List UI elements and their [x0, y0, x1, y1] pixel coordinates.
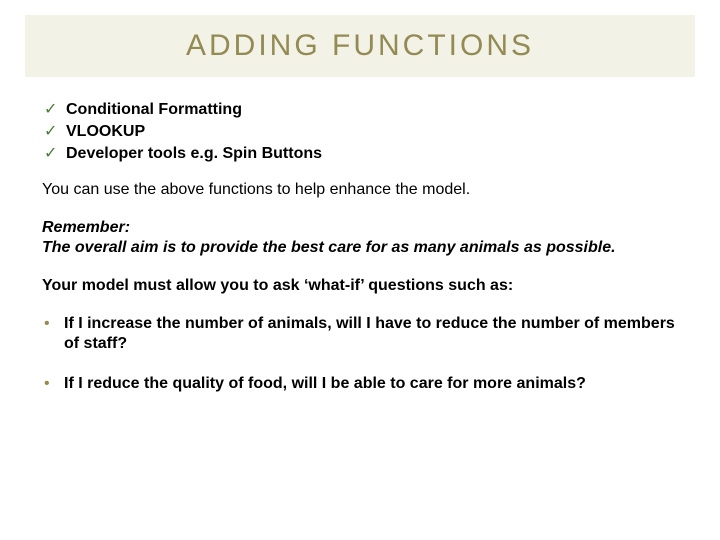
- bullet-item: • If I reduce the quality of food, will …: [42, 374, 678, 394]
- slide-body: ✓ Conditional Formatting ✓ VLOOKUP ✓ Dev…: [42, 100, 678, 520]
- slide-title: ADDING FUNCTIONS: [186, 29, 534, 63]
- check-icon: ✓: [44, 100, 57, 120]
- check-item-label: Developer tools e.g. Spin Buttons: [66, 145, 322, 162]
- check-list: ✓ Conditional Formatting ✓ VLOOKUP ✓ Dev…: [42, 100, 678, 164]
- slide: ADDING FUNCTIONS ✓ Conditional Formattin…: [0, 0, 720, 540]
- bullet-icon: •: [44, 374, 50, 394]
- remember-label: Remember:: [42, 218, 678, 238]
- check-item: ✓ VLOOKUP: [42, 122, 678, 142]
- check-icon: ✓: [44, 144, 57, 164]
- bullet-item-label: If I increase the number of animals, wil…: [64, 315, 675, 352]
- check-item-label: VLOOKUP: [66, 123, 145, 140]
- check-item: ✓ Conditional Formatting: [42, 100, 678, 120]
- bullet-icon: •: [44, 314, 50, 334]
- title-band: ADDING FUNCTIONS: [24, 14, 696, 78]
- remember-block: Remember: The overall aim is to provide …: [42, 218, 678, 258]
- bullet-list: • If I increase the number of animals, w…: [42, 314, 678, 394]
- whatif-paragraph: Your model must allow you to ask ‘what-i…: [42, 276, 678, 296]
- check-item-label: Conditional Formatting: [66, 101, 242, 118]
- bullet-item: • If I increase the number of animals, w…: [42, 314, 678, 354]
- check-icon: ✓: [44, 122, 57, 142]
- remember-text: The overall aim is to provide the best c…: [42, 238, 678, 258]
- check-item: ✓ Developer tools e.g. Spin Buttons: [42, 144, 678, 164]
- bullet-item-label: If I reduce the quality of food, will I …: [64, 375, 586, 392]
- intro-paragraph: You can use the above functions to help …: [42, 180, 678, 200]
